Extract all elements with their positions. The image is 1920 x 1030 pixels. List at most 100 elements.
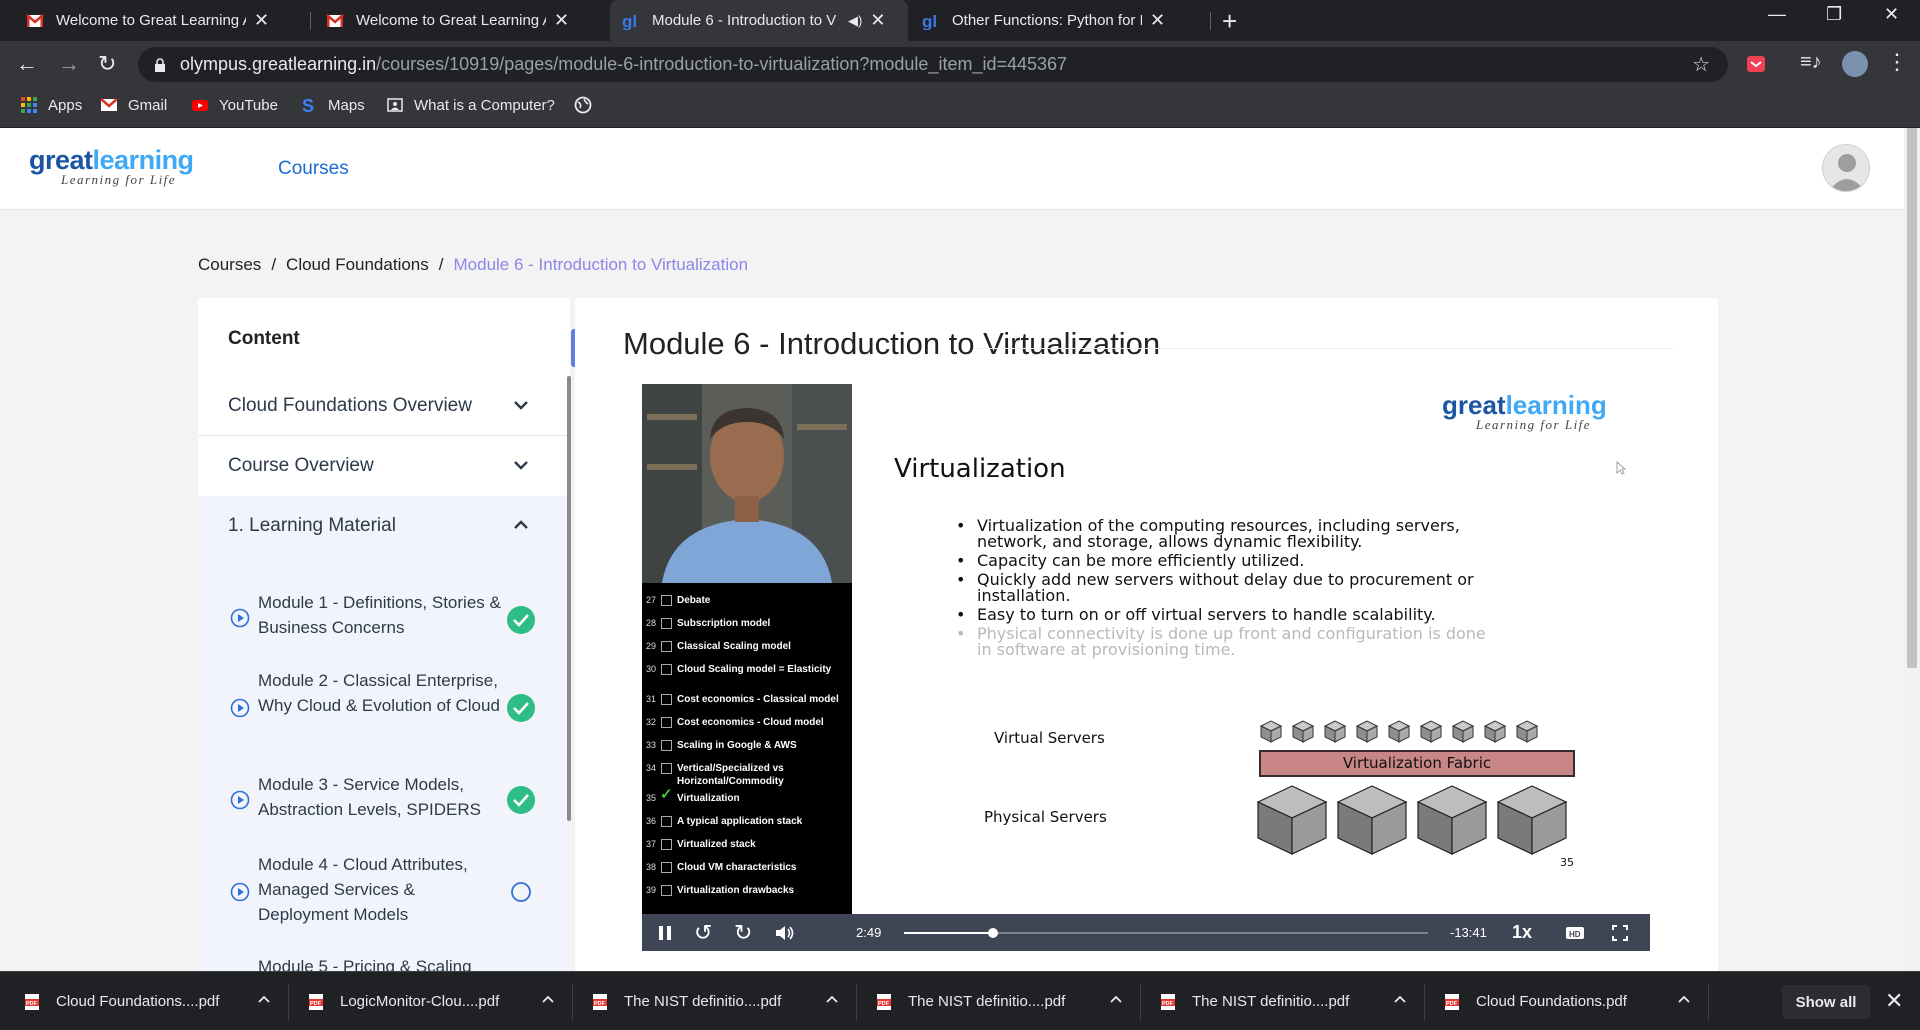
download-item[interactable]: PDF The NIST definitio....pdf xyxy=(876,972,1126,1030)
chevron-up-icon[interactable] xyxy=(1674,990,1694,1010)
browser-menu-icon[interactable]: ⋮ xyxy=(1886,49,1908,75)
download-item[interactable]: PDF Cloud Foundations.pdf xyxy=(1444,972,1694,1030)
apps-grid-icon xyxy=(21,97,37,113)
pocket-extension-icon[interactable] xyxy=(1745,53,1767,75)
download-item[interactable]: PDF The NIST definitio....pdf xyxy=(592,972,842,1030)
bookmark-youtube[interactable]: YouTube xyxy=(191,96,278,114)
pdf-file-icon: PDF xyxy=(593,993,607,1010)
hd-quality-icon[interactable]: HD xyxy=(1565,914,1585,951)
forward-arrow-icon[interactable]: → xyxy=(58,51,80,77)
bookmark-what-is-a-computer[interactable]: What is a Computer? xyxy=(386,96,555,114)
seek-bar[interactable] xyxy=(904,928,1428,938)
chevron-down-icon[interactable] xyxy=(510,454,532,476)
video-player[interactable]: 27 Debate 28 Subscription model 29 Classical … xyxy=(642,384,1650,951)
close-window-icon[interactable]: ✕ xyxy=(1884,4,1899,25)
module-item[interactable]: Module 1 - Definitions, Stories & Busine… xyxy=(198,590,570,650)
agenda-text: Scaling in Google & AWS xyxy=(677,740,797,751)
remaining-time: -13:41 xyxy=(1450,925,1487,940)
show-all-downloads-button[interactable]: Show all xyxy=(1782,985,1870,1019)
module-item[interactable]: Module 3 - Service Models, Abstraction L… xyxy=(198,772,570,832)
fast-forward-icon[interactable]: ↻ xyxy=(734,914,752,951)
chevron-up-icon[interactable] xyxy=(538,990,558,1010)
completed-check-icon xyxy=(507,786,535,814)
bookmark-gmail[interactable]: Gmail xyxy=(100,96,167,114)
section-learning-material[interactable]: 1. Learning Material xyxy=(198,496,570,556)
chevron-up-icon[interactable] xyxy=(1390,990,1410,1010)
playback-speed-button[interactable]: 1x xyxy=(1512,914,1532,951)
elapsed-time: 2:49 xyxy=(856,925,882,940)
bookmark-maps[interactable]: S Maps xyxy=(300,96,365,114)
download-divider xyxy=(856,984,857,1020)
bookmark-label: Gmail xyxy=(128,96,168,114)
minimize-window-icon[interactable]: — xyxy=(1768,4,1786,25)
slide-page-number: 35 xyxy=(1560,856,1574,869)
sidebar-scrollbar[interactable] xyxy=(567,376,571,821)
module-label: Module 2 - Classical Enterprise, Why Clo… xyxy=(258,671,500,715)
chevron-up-icon[interactable] xyxy=(510,514,532,536)
address-bar[interactable]: olympus.greatlearning.in/courses/10919/p… xyxy=(138,47,1728,82)
download-item[interactable]: PDF LogicMonitor-Clou....pdf xyxy=(308,972,558,1030)
greatlearning-logo[interactable]: greatlearning Learning for Life xyxy=(29,145,194,188)
profile-avatar[interactable] xyxy=(1842,51,1868,77)
agenda-checkbox xyxy=(661,664,672,675)
browser-tab[interactable]: Welcome to Great Learning Acad ✕ xyxy=(14,0,304,41)
download-divider xyxy=(1140,984,1141,1020)
volume-icon[interactable] xyxy=(774,914,796,951)
browser-tab-active[interactable]: gl Module 6 - Introduction to V ◀) ✕ xyxy=(610,0,908,41)
user-avatar[interactable] xyxy=(1822,144,1870,192)
restore-window-icon[interactable]: ❐ xyxy=(1826,4,1842,25)
bookmark-label: Apps xyxy=(48,96,83,114)
download-item[interactable]: PDF Cloud Foundations....pdf xyxy=(24,972,274,1030)
svg-text:PDF: PDF xyxy=(878,1001,890,1007)
breadcrumb-courses[interactable]: Courses xyxy=(198,255,261,275)
browser-tab[interactable]: Welcome to Great Learning Acad ✕ xyxy=(314,0,604,41)
maps-icon: S xyxy=(302,96,314,114)
download-item[interactable]: PDF The NIST definitio....pdf xyxy=(1160,972,1410,1030)
close-downloads-bar-icon[interactable]: ✕ xyxy=(1885,988,1903,1014)
page-scrollbar[interactable] xyxy=(1904,128,1920,971)
chevron-up-icon[interactable] xyxy=(1106,990,1126,1010)
close-tab-icon[interactable]: ✕ xyxy=(554,10,569,31)
bookmark-star-icon[interactable]: ☆ xyxy=(1692,52,1710,77)
chevron-up-icon[interactable] xyxy=(822,990,842,1010)
courses-nav-link[interactable]: Courses xyxy=(278,158,349,180)
pause-icon[interactable] xyxy=(658,914,672,951)
download-filename: Cloud Foundations....pdf xyxy=(56,993,220,1010)
module-item[interactable]: Module 2 - Classical Enterprise, Why Clo… xyxy=(198,668,570,748)
section-cloud-foundations-overview[interactable]: Cloud Foundations Overview xyxy=(198,376,570,436)
new-tab-plus-icon[interactable]: + xyxy=(1222,6,1237,37)
site-header: greatlearning Learning for Life Courses xyxy=(0,128,1904,210)
breadcrumb-current: Module 6 - Introduction to Virtualizatio… xyxy=(453,255,749,274)
audio-playing-icon[interactable]: ◀) xyxy=(848,13,862,29)
page-scrollbar-thumb[interactable] xyxy=(1907,128,1917,668)
close-tab-icon[interactable]: ✕ xyxy=(870,10,885,31)
tab-title: Other Functions: Python for Mac xyxy=(952,12,1142,29)
download-filename: LogicMonitor-Clou....pdf xyxy=(340,993,500,1010)
tab-divider xyxy=(310,12,311,30)
media-control-icon[interactable]: ≡♪ xyxy=(1800,51,1822,74)
back-arrow-icon[interactable]: ← xyxy=(16,51,38,77)
svg-text:PDF: PDF xyxy=(1446,1001,1458,1007)
rewind-icon[interactable]: ↺ xyxy=(694,914,712,951)
chevron-up-icon[interactable] xyxy=(254,990,274,1010)
physical-server-icon xyxy=(1496,785,1568,855)
reload-icon[interactable]: ↻ xyxy=(98,51,116,77)
module-item[interactable]: Module 4 - Cloud Attributes, Managed Ser… xyxy=(198,852,570,932)
slide-bullet: Virtualization of the computing resource… xyxy=(956,518,1496,550)
browser-tab[interactable]: gl Other Functions: Python for Mac ✕ xyxy=(910,0,1208,41)
download-divider xyxy=(1424,984,1425,1020)
breadcrumb-cloud-foundations[interactable]: Cloud Foundations xyxy=(286,255,429,275)
section-course-overview[interactable]: Course Overview xyxy=(198,436,570,496)
module-item[interactable]: Module 5 - Pricing & Scaling xyxy=(198,954,570,971)
bookmark-apps[interactable]: Apps xyxy=(20,96,82,114)
fullscreen-icon[interactable] xyxy=(1612,914,1628,951)
greatlearning-icon: gl xyxy=(622,12,637,30)
bookmark-globe[interactable] xyxy=(574,96,602,114)
close-tab-icon[interactable]: ✕ xyxy=(254,10,269,31)
physical-server-icon xyxy=(1416,785,1488,855)
close-tab-icon[interactable]: ✕ xyxy=(1150,10,1165,31)
chevron-down-icon[interactable] xyxy=(510,394,532,416)
logo-text: great xyxy=(29,145,93,175)
browser-tab-bar: Welcome to Great Learning Acad ✕ Welcome… xyxy=(0,0,1920,41)
seek-handle[interactable] xyxy=(988,928,999,938)
